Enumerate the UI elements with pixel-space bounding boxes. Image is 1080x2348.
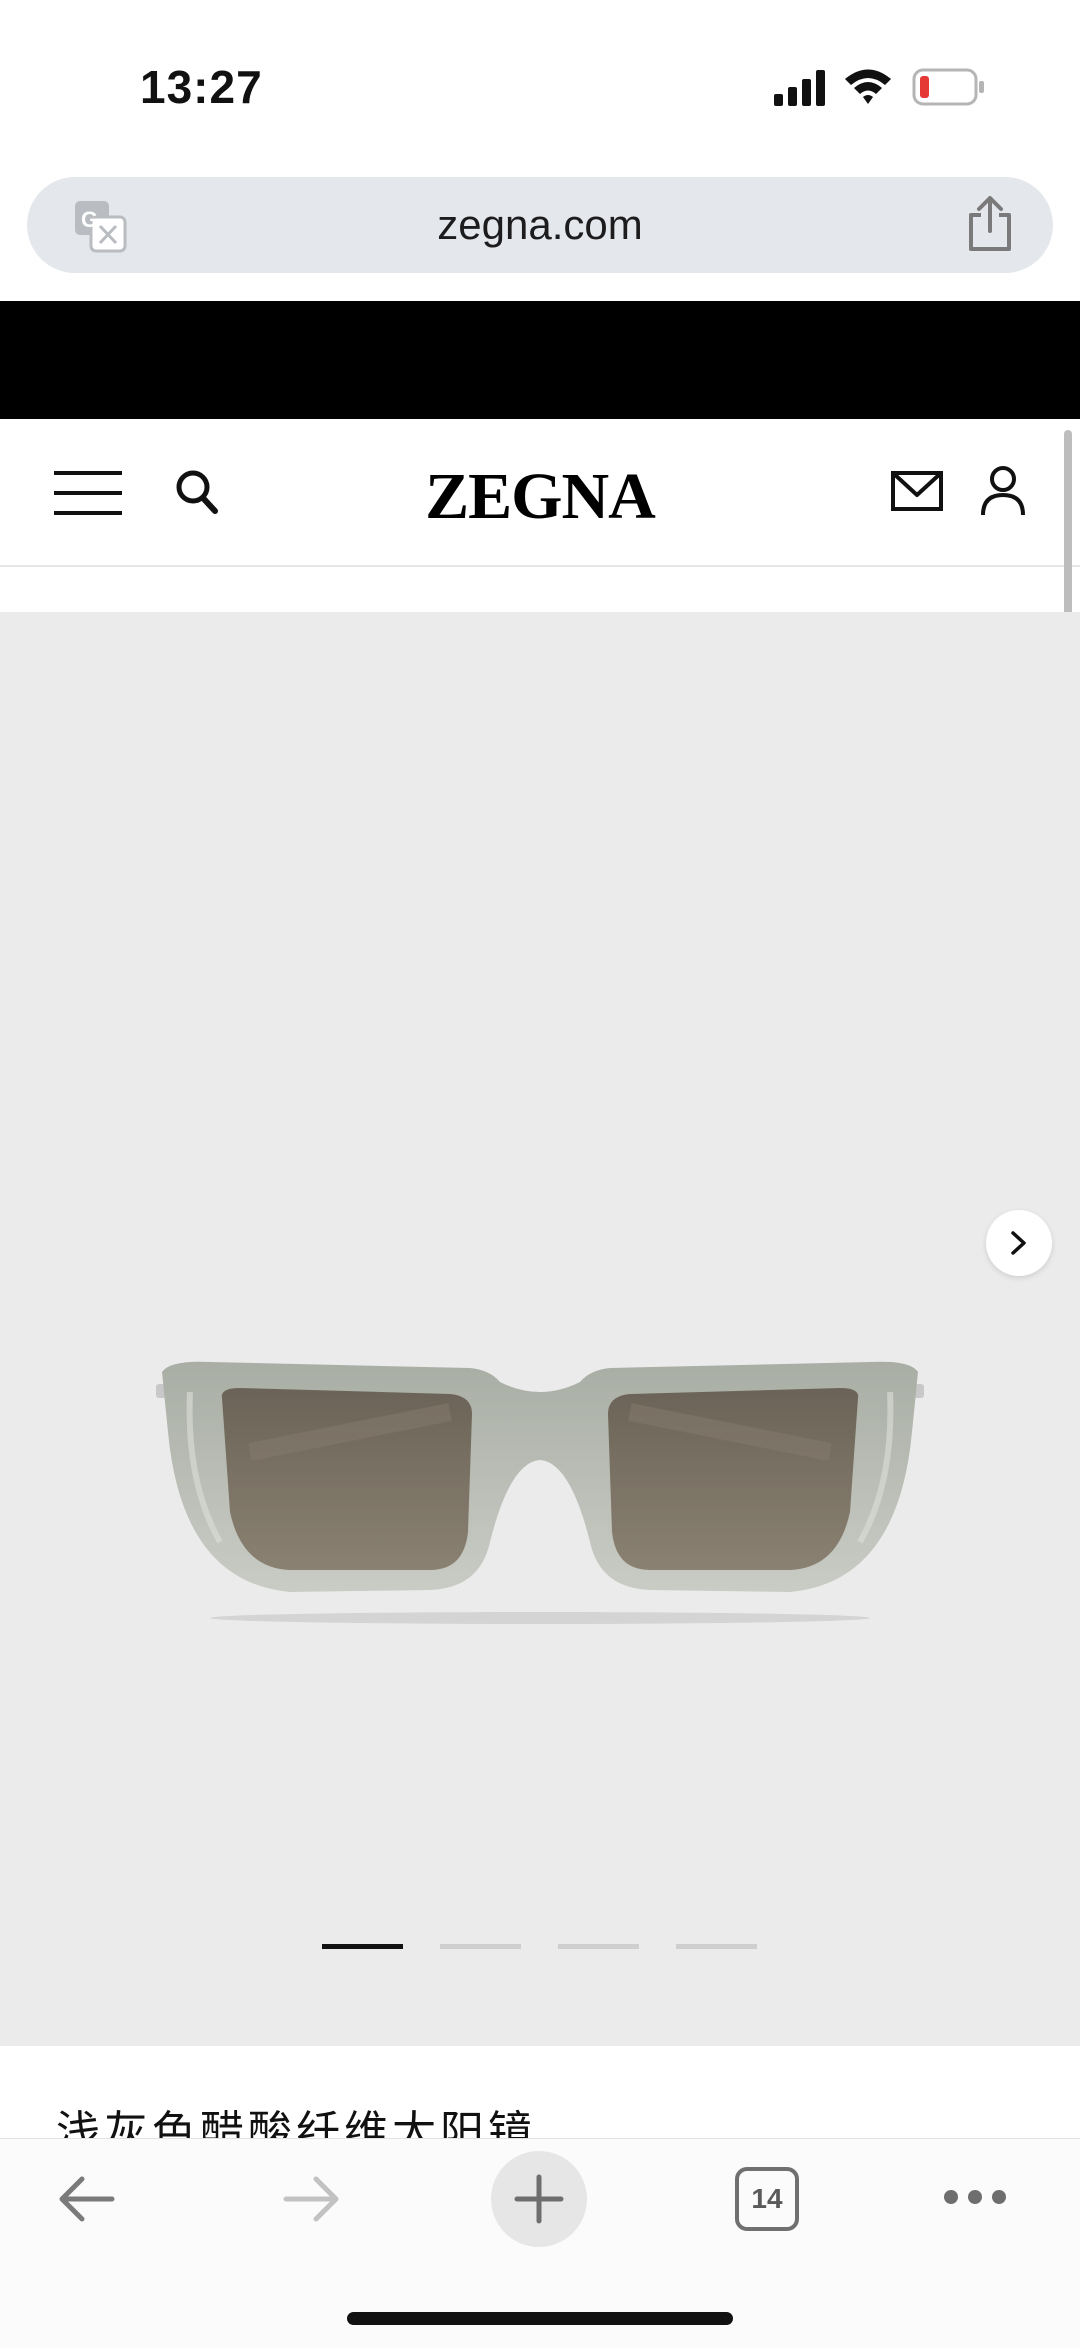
new-tab-button[interactable] bbox=[491, 2151, 587, 2247]
share-icon[interactable] bbox=[965, 195, 1015, 253]
forward-icon[interactable] bbox=[280, 2167, 344, 2231]
status-time: 13:27 bbox=[140, 61, 263, 113]
plus-icon bbox=[514, 2174, 564, 2224]
signal-icon bbox=[774, 70, 825, 106]
status-bar: 13:27 bbox=[0, 0, 1080, 170]
account-icon[interactable] bbox=[980, 465, 1026, 517]
site-header: ZEGNA bbox=[0, 419, 1080, 567]
pagination-dot[interactable] bbox=[440, 1944, 521, 1949]
pagination-dot[interactable] bbox=[322, 1944, 403, 1949]
address-bar[interactable]: G zegna.com bbox=[27, 177, 1053, 273]
mail-icon[interactable] bbox=[891, 471, 943, 513]
wifi-icon bbox=[845, 69, 891, 104]
promo-banner bbox=[0, 301, 1080, 419]
gallery-pagination bbox=[322, 1944, 757, 1949]
gallery-next-button[interactable] bbox=[986, 1210, 1052, 1276]
more-icon[interactable] bbox=[942, 2185, 1008, 2209]
back-icon[interactable] bbox=[54, 2167, 118, 2231]
battery-low-icon bbox=[912, 68, 984, 106]
product-gallery[interactable] bbox=[0, 612, 1080, 2046]
pagination-dot[interactable] bbox=[558, 1944, 639, 1949]
chevron-right-icon bbox=[1011, 1231, 1026, 1255]
home-indicator[interactable] bbox=[347, 2312, 733, 2325]
tabs-button[interactable]: 14 bbox=[735, 2167, 799, 2231]
pagination-dot[interactable] bbox=[676, 1944, 757, 1949]
url-text[interactable]: zegna.com bbox=[27, 201, 1053, 249]
product-image-sunglasses[interactable] bbox=[150, 1342, 930, 1642]
